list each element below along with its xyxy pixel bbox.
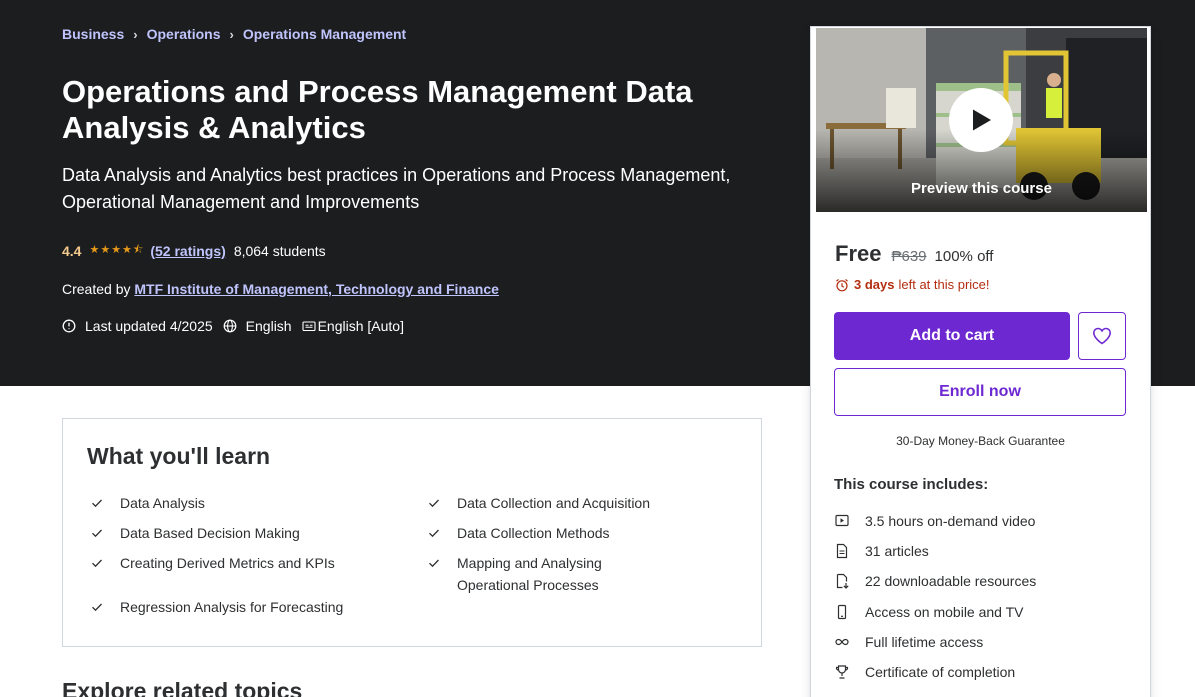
- money-back-guarantee: 30-Day Money-Back Guarantee: [896, 434, 1065, 448]
- trophy-icon: [834, 664, 850, 680]
- closed-captions-icon: [302, 319, 316, 333]
- check-icon: [427, 526, 441, 540]
- captions: English [Auto]: [302, 318, 404, 334]
- breadcrumb-operations-management[interactable]: Operations Management: [243, 26, 406, 42]
- learn-item-text: Data Collection Methods: [457, 525, 610, 541]
- learn-item-text: Regression Analysis for Forecasting: [120, 599, 344, 615]
- learn-item: Mapping and Analysing Operational Proces…: [427, 552, 667, 596]
- alert-badge-icon: [62, 319, 76, 333]
- infinity-icon: [834, 634, 850, 650]
- video-icon: [834, 513, 850, 529]
- check-icon: [90, 556, 104, 570]
- learn-item: Data Collection Methods: [427, 522, 727, 544]
- star-rating-icon: ★★★★⯪: [89, 244, 145, 256]
- breadcrumb: Business › Operations › Operations Manag…: [62, 26, 406, 42]
- includes-title: This course includes:: [834, 476, 989, 493]
- learn-item: Regression Analysis for Forecasting: [90, 596, 390, 618]
- add-to-cart-button[interactable]: Add to cart: [834, 312, 1070, 360]
- last-updated-text: Last updated 4/2025: [85, 318, 213, 334]
- wishlist-button[interactable]: [1078, 312, 1126, 360]
- created-by: Created by MTF Institute of Management, …: [62, 281, 499, 297]
- mobile-icon: [834, 604, 850, 620]
- includes-item: 3.5 hours on-demand video: [834, 506, 1036, 536]
- purchase-card: Preview this course Free ₱639 100% off 3…: [810, 26, 1151, 697]
- what-you-learn-title: What you'll learn: [87, 443, 271, 469]
- timer-text: left at this price!: [898, 277, 990, 292]
- breadcrumb-business[interactable]: Business: [62, 26, 124, 42]
- heart-icon: [1092, 327, 1112, 345]
- includes-item: Certificate of completion: [834, 657, 1036, 687]
- learn-item-text: Mapping and Analysing Operational Proces…: [457, 555, 602, 593]
- includes-item: 22 downloadable resources: [834, 566, 1036, 596]
- check-icon: [90, 496, 104, 510]
- includes-item-text: Access on mobile and TV: [865, 603, 1024, 620]
- learn-item: Data Based Decision Making: [90, 522, 390, 544]
- check-icon: [90, 600, 104, 614]
- learn-item: Data Analysis: [90, 492, 390, 514]
- includes-item-text: 22 downloadable resources: [865, 573, 1037, 590]
- chevron-right-icon: ›: [133, 26, 138, 42]
- includes-item: 31 articles: [834, 536, 1036, 566]
- current-price: Free: [835, 241, 882, 266]
- course-meta: Last updated 4/2025 English English [Aut…: [62, 318, 414, 334]
- play-button[interactable]: [949, 88, 1013, 152]
- download-icon: [834, 573, 850, 590]
- course-title: Operations and Process Management Data A…: [62, 74, 693, 145]
- includes-item-text: Certificate of completion: [865, 664, 1016, 681]
- includes-list: 3.5 hours on-demand video 31 articles 22…: [834, 506, 1036, 687]
- includes-item-text: 31 articles: [865, 543, 929, 560]
- globe-icon: [223, 319, 237, 333]
- learn-item: Creating Derived Metrics and KPIs: [90, 552, 390, 574]
- learn-item-text: Data Collection and Acquisition: [457, 495, 651, 511]
- check-icon: [90, 526, 104, 540]
- original-price: ₱639: [891, 248, 927, 265]
- learn-item: Data Collection and Acquisition: [427, 492, 727, 514]
- play-icon: [973, 109, 991, 131]
- check-icon: [427, 556, 441, 570]
- price-timer: 3 days left at this price!: [835, 277, 990, 292]
- timer-days: 3 days: [854, 277, 895, 292]
- includes-item: Full lifetime access: [834, 627, 1036, 657]
- captions-text: English [Auto]: [317, 318, 404, 334]
- rating-value: 4.4: [62, 242, 82, 259]
- learn-list-left: Data Analysis Data Based Decision Making…: [90, 492, 390, 626]
- price-row: Free ₱639 100% off: [835, 241, 993, 267]
- includes-item-text: 3.5 hours on-demand video: [865, 513, 1036, 530]
- student-count: 8,064 students: [233, 242, 326, 259]
- learn-item-text: Data Based Decision Making: [120, 525, 300, 541]
- learn-item-text: Creating Derived Metrics and KPIs: [120, 555, 335, 571]
- learn-item-text: Data Analysis: [120, 495, 205, 511]
- chevron-right-icon: ›: [229, 26, 234, 42]
- includes-item: Access on mobile and TV: [834, 597, 1036, 627]
- author-link[interactable]: MTF Institute of Management, Technology …: [134, 281, 499, 297]
- breadcrumb-operations[interactable]: Operations: [147, 26, 221, 42]
- language-text: English: [245, 318, 292, 334]
- preview-label: Preview this course: [911, 180, 1052, 197]
- discount-percent: 100% off: [934, 248, 994, 265]
- learn-list-right: Data Collection and Acquisition Data Col…: [427, 492, 727, 604]
- created-by-label: Created by: [62, 281, 131, 297]
- last-updated: Last updated 4/2025: [62, 318, 213, 334]
- what-you-learn-box: What you'll learn Data Analysis Data Bas…: [62, 418, 762, 647]
- language: English: [223, 318, 292, 334]
- includes-item-text: Full lifetime access: [865, 633, 984, 650]
- ratings-link[interactable]: (52 ratings): [150, 243, 225, 259]
- course-preview[interactable]: Preview this course: [815, 27, 1148, 213]
- enroll-now-button[interactable]: Enroll now: [834, 368, 1126, 416]
- explore-related-topics-title: Explore related topics: [62, 678, 303, 697]
- check-icon: [427, 496, 441, 510]
- rating-row: 4.4 ★★★★⯪ (52 ratings) 8,064 students: [62, 241, 326, 260]
- article-icon: [834, 543, 850, 559]
- alarm-clock-icon: [835, 278, 849, 292]
- course-subtitle: Data Analysis and Analytics best practic…: [62, 165, 731, 212]
